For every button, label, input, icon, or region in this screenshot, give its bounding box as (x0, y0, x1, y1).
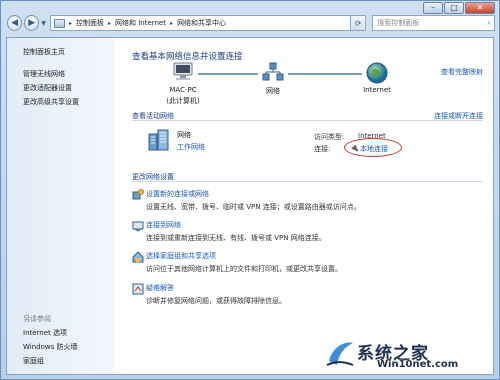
sidebar-item-manage-wireless[interactable]: 管理无线网络 (23, 69, 65, 79)
window-controls: – □ ✕ (423, 2, 495, 14)
minimize-button[interactable]: – (423, 2, 443, 14)
watermark-url: Win10net.com (377, 359, 459, 370)
sidebar-home-link[interactable]: 控制面板主页 (23, 47, 65, 57)
homegroup-icon (132, 251, 144, 263)
connection-line (198, 73, 258, 75)
search-placeholder: 搜索控制面板 (377, 19, 420, 27)
troubleshoot-icon (132, 283, 144, 295)
network-name: 网络 (177, 131, 191, 139)
troubleshoot-link[interactable]: 疑难解答 (146, 283, 466, 293)
watermark: 系统之家 Win10net.com (319, 333, 489, 375)
internet-label: Internet (363, 86, 391, 94)
maximize-button[interactable]: □ (444, 2, 464, 14)
navigation-bar: ◀ ▶ ▼ ▸ 控制面板 ▸ 网络和 Internet ▸ 网络和共享中心 ⟳ … (7, 14, 495, 32)
history-dropdown-icon[interactable]: ▼ (41, 20, 46, 27)
connection-line (288, 73, 362, 75)
task-description: 连接到或重新连接到无线、有线、拨号或 VPN 网络连接。 (146, 234, 326, 242)
see-also-heading: 另请参阅 (23, 315, 51, 323)
full-map-link[interactable]: 查看完整映射 (441, 67, 483, 77)
connection-label: 连接: (314, 145, 331, 153)
network-label: 网络 (266, 87, 280, 95)
chevron-right-icon: ▸ (68, 19, 72, 27)
access-type-label: 访问类型: (314, 133, 345, 141)
sidebar-item-sharing-settings[interactable]: 更改高级共享设置 (23, 97, 79, 107)
chevron-right-icon: ▸ (107, 19, 111, 27)
network-icon (262, 62, 284, 81)
computer-icon (173, 62, 193, 80)
back-icon[interactable]: ◀ (7, 15, 23, 31)
chevron-right-icon: ▸ (170, 19, 174, 27)
breadcrumb-control-panel[interactable]: 控制面板 (76, 18, 104, 28)
refresh-icon[interactable]: ⟳ (351, 15, 367, 31)
setup-connection-link[interactable]: 设置新的连接或网络 (146, 189, 466, 199)
sidebar-item-homegroup[interactable]: 家庭组 (23, 356, 44, 366)
task-description: 设置无线、宽带、拨号、临时或 VPN 连接；或设置路由器或访问点。 (146, 203, 361, 211)
control-panel-icon (53, 18, 65, 28)
client-area: 控制面板主页 管理无线网络 更改适配器设置 更改高级共享设置 另请参阅 Inte… (6, 37, 494, 375)
divider (132, 181, 483, 182)
task-troubleshoot: 疑难解答 诊断并修复网络问题，或获得故障排除信息。 (146, 283, 466, 306)
close-button[interactable]: ✕ (465, 2, 495, 14)
forward-icon[interactable]: ▶ (24, 15, 40, 31)
divider (132, 120, 483, 121)
breadcrumb-network-internet[interactable]: 网络和 Internet (115, 18, 166, 28)
connect-network-icon (132, 221, 144, 232)
annotation-ellipse (344, 138, 402, 157)
work-network-icon (148, 129, 169, 151)
watermark-logo-icon (326, 342, 354, 366)
connect-to-network-link[interactable]: 连接到网络 (146, 220, 466, 230)
task-homegroup: 选择家庭组和共享选项 访问位于其他网络计算机上的文件和打印机，或更改共享设置。 (146, 251, 466, 274)
page-title: 查看基本网络信息并设置连接 (132, 52, 243, 62)
sidebar-item-firewall[interactable]: Windows 防火墙 (23, 342, 77, 352)
computer-subtitle: (此计算机) (166, 97, 200, 105)
sidebar-item-adapter-settings[interactable]: 更改适配器设置 (23, 83, 72, 93)
main-content: 查看基本网络信息并设置连接 查看完整映射 MAC-PC (此计算机) 网络 In… (114, 38, 493, 374)
title-bar: – □ ✕ ◀ ▶ ▼ ▸ 控制面板 ▸ 网络和 Internet ▸ 网络和共… (1, 1, 499, 37)
address-bar[interactable]: ▸ 控制面板 ▸ 网络和 Internet ▸ 网络和共享中心 (49, 15, 352, 31)
search-icon[interactable]: ⌕ (487, 19, 491, 28)
homegroup-sharing-link[interactable]: 选择家庭组和共享选项 (146, 251, 466, 261)
breadcrumb-network-center[interactable]: 网络和共享中心 (177, 18, 226, 28)
network-type-link[interactable]: 工作网络 (177, 142, 205, 152)
task-setup-connection: 设置新的连接或网络 设置无线、宽带、拨号、临时或 VPN 连接；或设置路由器或访… (146, 189, 466, 212)
window: – □ ✕ ◀ ▶ ▼ ▸ 控制面板 ▸ 网络和 Internet ▸ 网络和共… (0, 0, 500, 380)
task-connect-network: 连接到网络 连接到或重新连接到无线、有线、拨号或 VPN 网络连接。 (146, 220, 466, 243)
sidebar: 控制面板主页 管理无线网络 更改适配器设置 更改高级共享设置 另请参阅 Inte… (7, 38, 114, 374)
task-description: 访问位于其他网络计算机上的文件和打印机，或更改共享设置。 (146, 265, 342, 273)
sidebar-item-internet-options[interactable]: Internet 选项 (23, 328, 67, 338)
internet-globe-icon (366, 62, 388, 84)
computer-name: MAC-PC (169, 86, 197, 94)
new-connection-icon (132, 189, 144, 200)
task-description: 诊断并修复网络问题，或获得故障排除信息。 (146, 297, 286, 305)
search-input[interactable]: 搜索控制面板 ⌕ (372, 15, 495, 31)
